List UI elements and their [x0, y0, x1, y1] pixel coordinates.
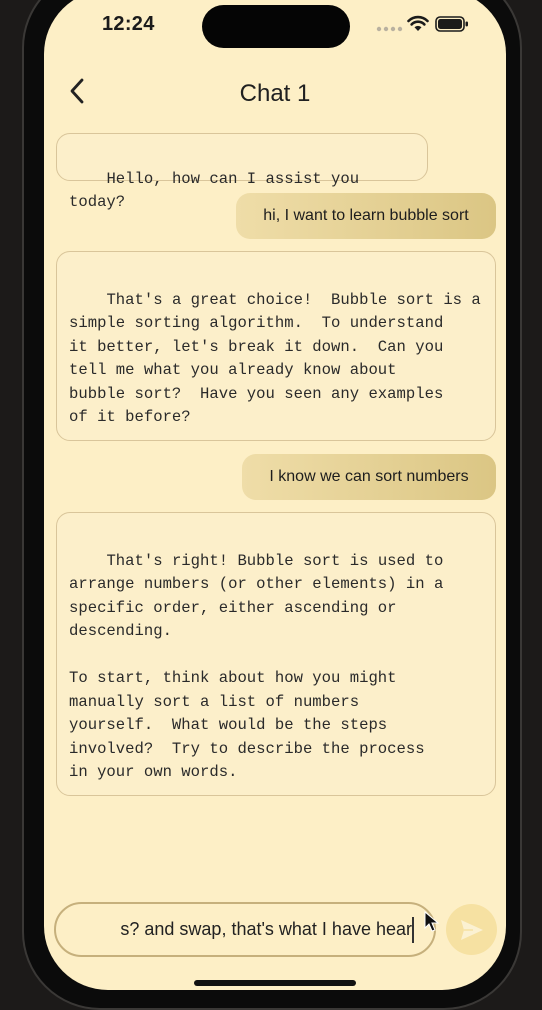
- battery-icon: [435, 16, 468, 32]
- message-text: hi, I want to learn bubble sort: [263, 207, 469, 224]
- user-message: hi, I want to learn bubble sort: [236, 193, 496, 239]
- message-text: That's a great choice! Bubble sort is a …: [69, 290, 481, 427]
- message-input-value: s? and swap, that's what I have hear: [120, 919, 412, 939]
- message-input[interactable]: s? and swap, that's what I have hear: [54, 902, 436, 957]
- message-text: That's right! Bubble sort is used to arr…: [69, 551, 444, 782]
- send-button[interactable]: [446, 904, 497, 955]
- bot-message: That's a great choice! Bubble sort is a …: [56, 251, 496, 441]
- dynamic-island: [202, 5, 350, 48]
- wifi-icon: [407, 15, 429, 31]
- text-caret: [412, 917, 414, 943]
- send-icon: [461, 920, 483, 940]
- user-message: I know we can sort numbers: [242, 454, 496, 500]
- bot-message: That's right! Bubble sort is used to arr…: [56, 512, 496, 796]
- bot-message: Hello, how can I assist you today?: [56, 133, 428, 211]
- message-text: I know we can sort numbers: [269, 468, 469, 485]
- phone-screen: 12:24 Chat 1 Hello, how can I assist you…: [44, 0, 506, 990]
- mouse-cursor-icon: [424, 911, 440, 932]
- page-title: Chat 1: [239, 80, 311, 107]
- home-indicator: [194, 980, 356, 986]
- status-time: 12:24: [102, 13, 155, 35]
- cellular-signal-icon: [376, 26, 403, 32]
